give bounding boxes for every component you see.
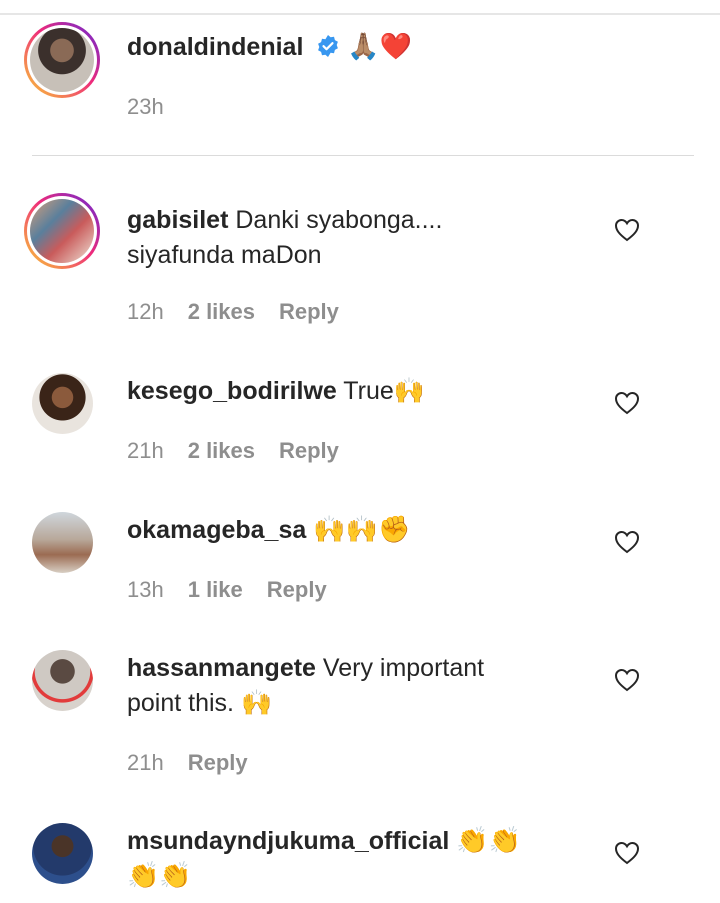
verified-badge-icon bbox=[318, 35, 339, 57]
comment-body: msundayndjukuma_official 👏👏 👏👏 bbox=[127, 824, 521, 894]
comment-time: 13h bbox=[127, 577, 164, 602]
comment-time: 21h bbox=[127, 438, 164, 463]
section-divider bbox=[32, 155, 694, 156]
comment-likes[interactable]: 2 likes bbox=[188, 299, 255, 325]
comment-text: 🙌🙌✊ bbox=[313, 515, 411, 545]
username[interactable]: donaldindenial bbox=[127, 33, 303, 61]
comment-meta: 21h Reply bbox=[127, 750, 248, 776]
comment-body: okamageba_sa 🙌🙌✊ bbox=[127, 513, 410, 548]
avatar-donaldindenial[interactable] bbox=[24, 22, 100, 98]
comment-time: 21h bbox=[127, 750, 164, 775]
comment-likes[interactable]: 2 likes bbox=[188, 438, 255, 464]
comment-text: True🙌 bbox=[343, 377, 425, 405]
post-meta: 23h bbox=[127, 94, 164, 120]
like-heart-icon[interactable] bbox=[614, 530, 640, 554]
comment-meta: 13h 1 like Reply bbox=[127, 577, 327, 603]
comment-username[interactable]: hassanmangete bbox=[127, 654, 316, 682]
comment-time: 12h bbox=[127, 299, 164, 324]
comment-meta: 21h 2 likes Reply bbox=[127, 438, 339, 464]
comment-body: hassanmangete Very important point this.… bbox=[127, 651, 484, 721]
reply-button[interactable]: Reply bbox=[188, 750, 248, 776]
comment-username[interactable]: gabisilet bbox=[127, 206, 228, 234]
avatar-msundayndjukuma-official[interactable] bbox=[32, 823, 93, 884]
avatar-gabisilet[interactable] bbox=[24, 193, 100, 269]
comment-text-cont: 👏👏 bbox=[127, 861, 192, 891]
caption-emoji: 🙏🏽❤️ bbox=[347, 32, 413, 62]
comment-username[interactable]: kesego_bodirilwe bbox=[127, 377, 337, 405]
like-heart-icon[interactable] bbox=[614, 218, 640, 242]
like-heart-icon[interactable] bbox=[614, 391, 640, 415]
comment-text: 👏👏 bbox=[456, 826, 521, 856]
comment-body: gabisilet Danki syabonga.... siyafunda m… bbox=[127, 203, 442, 273]
post-caption: donaldindenial 🙏🏽❤️ bbox=[127, 30, 412, 65]
like-heart-icon[interactable] bbox=[614, 841, 640, 865]
comment-text: Danki syabonga.... bbox=[235, 206, 443, 234]
comment-body: kesego_bodirilwe True🙌 bbox=[127, 374, 425, 409]
comment-text-cont: point this. 🙌 bbox=[127, 689, 273, 717]
avatar-hassanmangete[interactable] bbox=[32, 650, 93, 711]
reply-button[interactable]: Reply bbox=[279, 299, 339, 325]
comment-text: Very important bbox=[322, 654, 485, 682]
comment-username[interactable]: msundayndjukuma_official bbox=[127, 827, 449, 855]
reply-button[interactable]: Reply bbox=[279, 438, 339, 464]
reply-button[interactable]: Reply bbox=[267, 577, 327, 603]
avatar-kesego-bodirilwe[interactable] bbox=[32, 373, 93, 434]
avatar-okamageba-sa[interactable] bbox=[32, 512, 93, 573]
comment-username[interactable]: okamageba_sa bbox=[127, 516, 306, 544]
comment-text-cont: siyafunda maDon bbox=[127, 241, 322, 269]
comment-likes[interactable]: 1 like bbox=[188, 577, 243, 603]
comment-meta: 12h 2 likes Reply bbox=[127, 299, 339, 325]
post-time: 23h bbox=[127, 94, 164, 119]
like-heart-icon[interactable] bbox=[614, 668, 640, 692]
top-divider bbox=[0, 13, 720, 15]
